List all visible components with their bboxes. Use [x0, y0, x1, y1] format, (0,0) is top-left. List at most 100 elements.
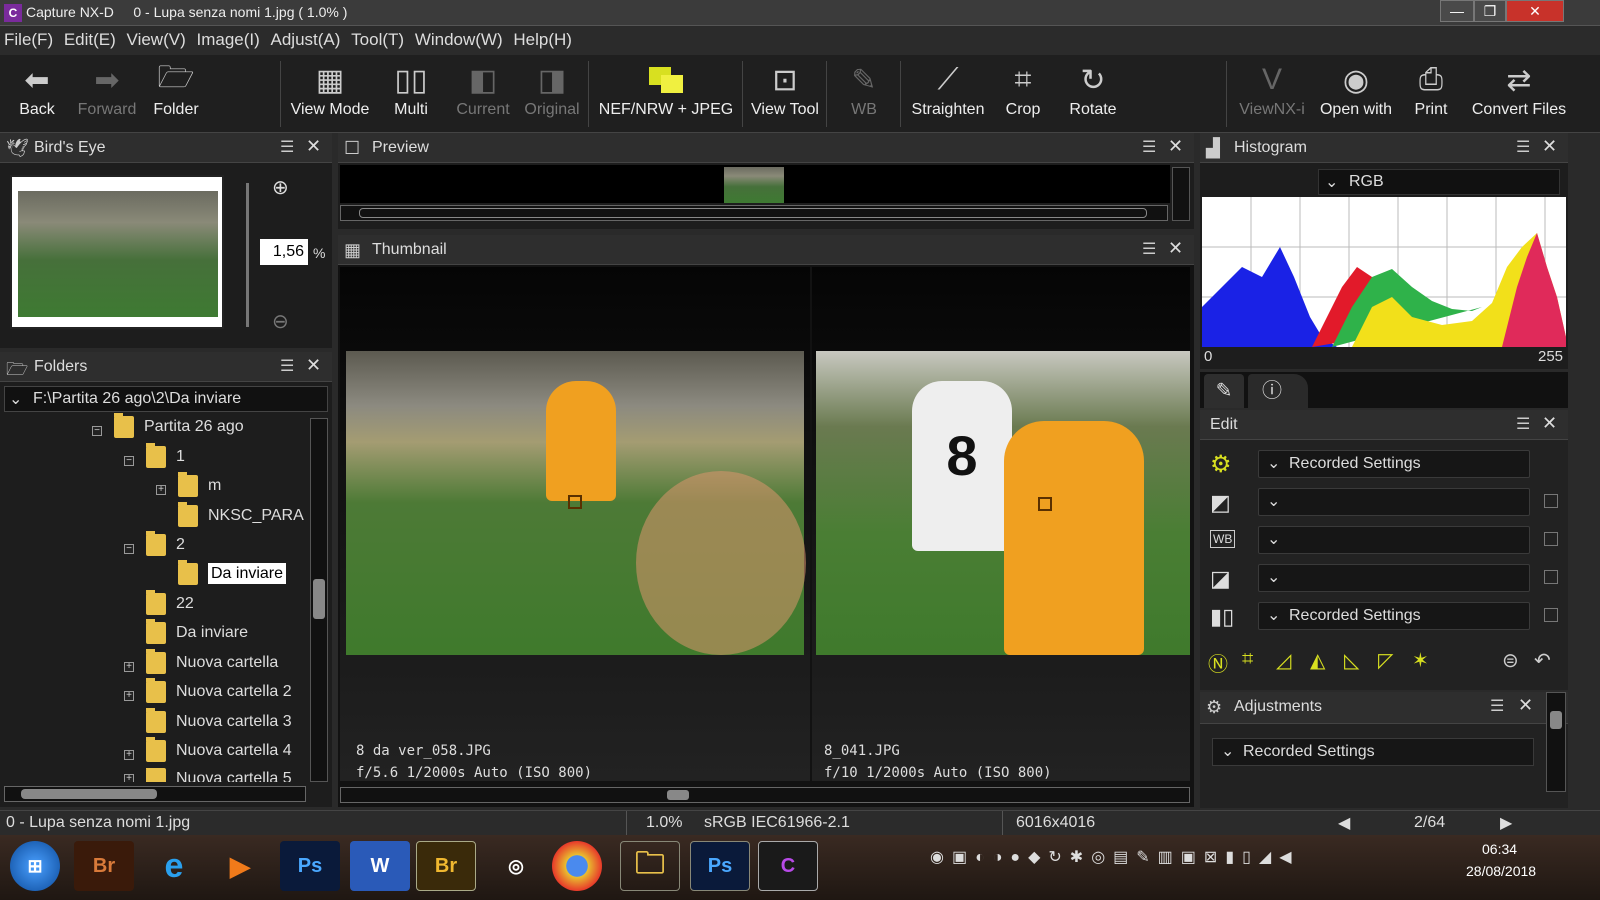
preview-image[interactable]	[724, 167, 784, 203]
webcam-task-icon[interactable]: ◎	[486, 841, 546, 891]
photoshop-active-task-icon[interactable]: Ps	[690, 841, 750, 891]
noise-reduction-icon[interactable]: Ⓝ	[1208, 648, 1228, 677]
info-tab[interactable]: ⓘ	[1248, 374, 1308, 408]
straighten-button[interactable]: ⟋ Straighten	[906, 59, 990, 129]
picture-control-checkbox[interactable]	[1544, 570, 1558, 584]
tone-dropdown[interactable]: ⌄ Recorded Settings	[1258, 602, 1530, 630]
word-task-icon[interactable]: W	[350, 841, 410, 891]
nef-jpeg-button[interactable]: NEF/NRW + JPEG	[594, 59, 738, 129]
zoom-out-icon[interactable]: ⊖	[272, 309, 289, 334]
tree-item-selected[interactable]: Da inviare	[154, 560, 287, 591]
system-tray-icons[interactable]: ◉▣◐◑●◆↻✱◎▤✎▥▣⊠▮▯◢◀	[930, 847, 1300, 867]
view-tool-button[interactable]: ⊡ View Tool	[748, 59, 822, 129]
close-icon[interactable]: ✕	[1168, 238, 1183, 259]
next-image-icon[interactable]: ▶	[1500, 813, 1512, 833]
crop-button[interactable]: ⌗ Crop	[996, 59, 1050, 129]
tree-item[interactable]: 22	[122, 590, 194, 621]
tree-item[interactable]: + Nuova cartella 2	[122, 678, 292, 709]
menu-file[interactable]: File(F)	[4, 30, 53, 49]
close-icon[interactable]: ✕	[1542, 413, 1557, 434]
menu-help[interactable]: Help(H)	[513, 30, 572, 49]
lens-icon[interactable]: ◭	[1310, 648, 1325, 673]
chrome-task-icon[interactable]	[552, 841, 602, 891]
maximize-button[interactable]: ❐	[1474, 0, 1506, 22]
zoom-slider[interactable]	[246, 183, 249, 327]
close-icon[interactable]: ✕	[306, 355, 321, 376]
back-button[interactable]: ⬅ Back	[6, 59, 68, 129]
recorded-settings-dropdown[interactable]: ⌄ Recorded Settings	[1258, 450, 1530, 478]
wb-button[interactable]: ✎ WB	[836, 59, 892, 129]
panel-menu-icon[interactable]: ☰	[1142, 137, 1156, 157]
zoom-input[interactable]: 1,56	[260, 239, 308, 265]
multi-button[interactable]: ▯▯ Multi	[380, 59, 442, 129]
levels-icon[interactable]: ◿	[1276, 648, 1291, 673]
menu-edit[interactable]: Edit(E)	[64, 30, 116, 49]
wb-checkbox[interactable]	[1544, 532, 1558, 546]
thumbnail-image[interactable]: 8	[816, 351, 1190, 655]
menu-window[interactable]: Window(W)	[415, 30, 503, 49]
photoshop-task-icon[interactable]: Ps	[280, 841, 340, 891]
panel-menu-icon[interactable]: ☰	[280, 356, 294, 376]
close-icon[interactable]: ✕	[1542, 136, 1557, 157]
menu-tool[interactable]: Tool(T)	[351, 30, 404, 49]
bridge-task-icon[interactable]: Br	[74, 841, 134, 891]
media-player-task-icon[interactable]: ▶	[210, 841, 270, 891]
menu-image[interactable]: Image(I)	[196, 30, 259, 49]
close-icon[interactable]: ✕	[1168, 136, 1183, 157]
thumbnail-cell[interactable]: 8 da ver_058.JPG f/5.6 1/2000s Auto (ISO…	[340, 267, 810, 781]
edit-tab[interactable]: ✎	[1204, 374, 1244, 408]
viewnx-button[interactable]: V ViewNX-i	[1236, 59, 1308, 129]
retouch-icon[interactable]: ✶	[1412, 648, 1429, 673]
picture-control-dropdown[interactable]: ⌄	[1258, 564, 1530, 592]
curve-icon[interactable]: ◺	[1344, 648, 1359, 673]
folder-path-dropdown[interactable]: ⌄ F:\Partita 26 ago\2\Da inviare	[4, 386, 328, 412]
sharpen-icon[interactable]: ◸	[1378, 648, 1393, 673]
bridge-active-task-icon[interactable]: Br	[416, 841, 476, 891]
panel-menu-icon[interactable]: ☰	[1516, 137, 1530, 157]
folders-scrollbar[interactable]	[310, 418, 328, 782]
panel-menu-icon[interactable]: ☰	[1490, 696, 1504, 716]
zoom-in-icon[interactable]: ⊕	[272, 175, 289, 200]
capture-nx-task-icon[interactable]: C	[758, 841, 818, 891]
view-mode-button[interactable]: ▦ View Mode	[286, 59, 374, 129]
menu-adjust[interactable]: Adjust(A)	[271, 30, 341, 49]
folder-button[interactable]: 🗁 Folder	[146, 59, 206, 129]
tree-item[interactable]: + Nuova cartella 5	[122, 768, 292, 782]
original-button[interactable]: ◨ Original	[520, 59, 584, 129]
tree-item[interactable]: + Nuova cartella	[122, 649, 278, 680]
open-with-button[interactable]: ◉ Open with	[1318, 59, 1394, 129]
exposure-dropdown[interactable]: ⌄	[1258, 488, 1530, 516]
minimize-button[interactable]: —	[1440, 0, 1474, 22]
print-button[interactable]: ⎙ Print	[1404, 59, 1458, 129]
tree-item[interactable]: −2	[122, 531, 185, 562]
adjustments-dropdown[interactable]: ⌄ Recorded Settings	[1212, 738, 1534, 766]
tone-checkbox[interactable]	[1544, 608, 1558, 622]
tree-item[interactable]: −1	[122, 443, 185, 474]
thumbnail-cell[interactable]: 8 8_041.JPG f/10 1/2000s Auto (ISO 800)	[812, 267, 1190, 781]
menu-view[interactable]: View(V)	[127, 30, 186, 49]
channel-dropdown[interactable]: ⌄ RGB	[1318, 169, 1560, 195]
forward-button[interactable]: ➡ Forward	[72, 59, 142, 129]
prev-image-icon[interactable]: ◀	[1338, 813, 1350, 833]
panel-menu-icon[interactable]: ☰	[280, 137, 294, 157]
tree-item[interactable]: + Nuova cartella 4	[122, 737, 292, 768]
tree-item[interactable]: NKSC_PARA	[154, 502, 304, 533]
exposure-checkbox[interactable]	[1544, 494, 1558, 508]
adjustments-scrollbar[interactable]	[1546, 692, 1566, 792]
start-button[interactable]: ⊞	[10, 841, 60, 891]
panel-menu-icon[interactable]: ☰	[1142, 239, 1156, 259]
convert-files-button[interactable]: ⇄ Convert Files	[1466, 59, 1572, 129]
crop-tool-icon[interactable]: ⌗	[1242, 648, 1253, 671]
preview-v-scrollbar[interactable]	[1172, 167, 1190, 221]
close-icon[interactable]: ✕	[1518, 695, 1533, 716]
tree-item[interactable]: Nuova cartella 3	[122, 708, 292, 739]
tree-item[interactable]: − Partita 26 ago	[90, 413, 244, 444]
sync-icon[interactable]: ⊜	[1502, 648, 1519, 673]
birds-eye-thumbnail[interactable]	[10, 175, 224, 329]
thumbnail-h-scrollbar[interactable]	[340, 787, 1190, 803]
close-window-button[interactable]: ✕	[1506, 0, 1564, 22]
ie-task-icon[interactable]: e	[144, 841, 204, 891]
current-button[interactable]: ◧ Current	[452, 59, 514, 129]
tree-item[interactable]: + m	[154, 472, 221, 503]
explorer-task-icon[interactable]: 🗀	[620, 841, 680, 891]
